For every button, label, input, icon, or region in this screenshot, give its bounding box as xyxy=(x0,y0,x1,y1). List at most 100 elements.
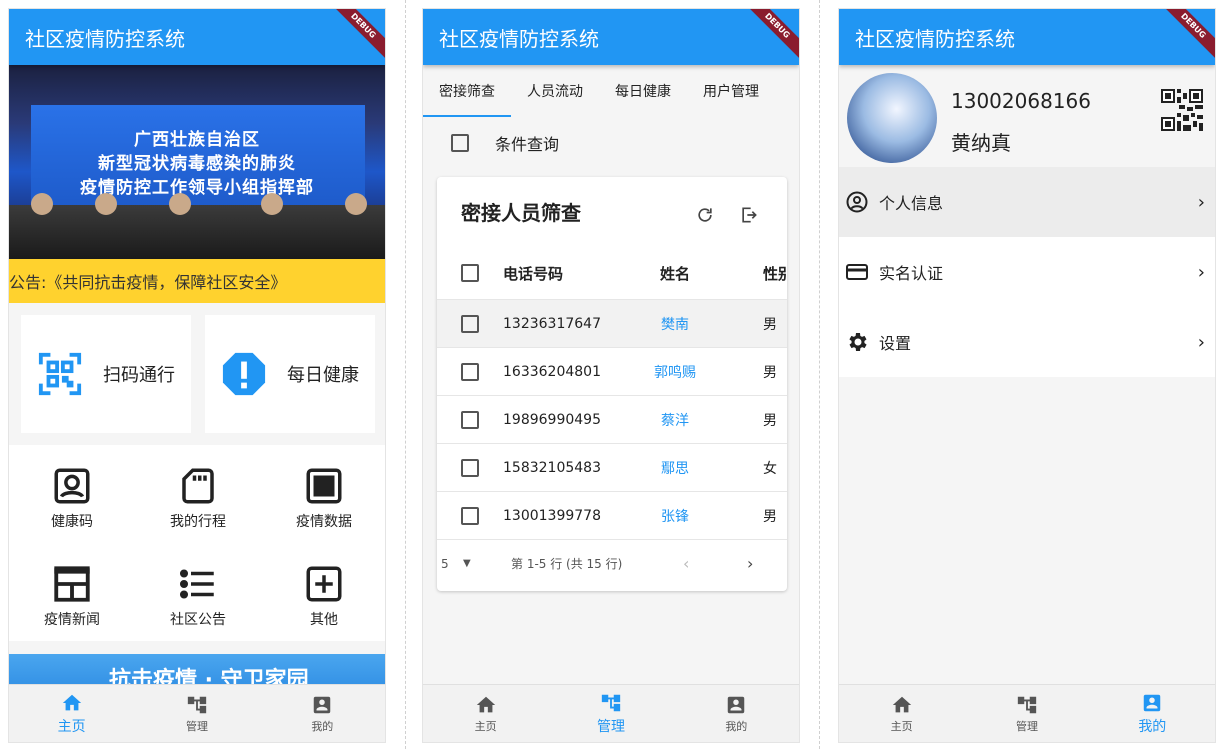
list-icon xyxy=(179,569,214,599)
export-icon[interactable] xyxy=(739,205,759,225)
menu-settings-label: 设置 xyxy=(879,334,912,353)
page-size-select[interactable]: 5 xyxy=(441,557,449,571)
menu-settings[interactable]: 设置 › xyxy=(839,307,1215,377)
my-trip-button[interactable]: 我的行程 xyxy=(135,453,261,543)
pagination: 5 ▼ 第 1-5 行 (共 15 行) ‹ › xyxy=(437,539,787,587)
add-box-icon xyxy=(306,566,342,602)
nav-home[interactable]: 主页 xyxy=(9,685,134,742)
nav-home-label: 主页 xyxy=(890,719,913,733)
menu-personal-info[interactable]: 个人信息 › xyxy=(839,167,1215,237)
table-header: 电话号码 姓名 性别 xyxy=(437,249,787,297)
page-info: 第 1-5 行 (共 15 行) xyxy=(511,557,623,571)
menu-personal-info-label: 个人信息 xyxy=(879,194,944,213)
community-notice-button[interactable]: 社区公告 xyxy=(135,551,261,641)
table-row[interactable]: 15832105483 鄢思 女 xyxy=(437,443,787,491)
row-checkbox[interactable] xyxy=(461,458,479,477)
user-name: 黄纳真 xyxy=(951,131,1011,155)
prev-page-icon[interactable]: ‹ xyxy=(683,554,689,573)
notice-marquee[interactable]: 公告:《共同抗击疫情，保障社区安全》 xyxy=(9,259,385,303)
tab-contact-screening[interactable]: 密接筛查 xyxy=(423,65,511,117)
select-all-checkbox[interactable] xyxy=(461,264,479,282)
account-circle-icon xyxy=(846,191,868,213)
nav-home[interactable]: 主页 xyxy=(839,685,964,742)
row-checkbox[interactable] xyxy=(461,506,479,525)
health-code-button[interactable]: 健康码 xyxy=(9,453,135,543)
home-screen: 社区疫情防控系统 DEBUG 广西壮族自治区 新型冠状病毒感染的肺炎 疫情防控工… xyxy=(8,8,386,743)
table-row[interactable]: 19896990495 蔡洋 男 xyxy=(437,395,787,443)
daily-health-button[interactable]: 每日健康 xyxy=(205,315,375,433)
next-page-icon[interactable]: › xyxy=(747,554,753,573)
col-phone[interactable]: 电话号码 xyxy=(503,263,563,284)
nav-manage[interactable]: 管理 xyxy=(548,685,673,742)
row-checkbox[interactable] xyxy=(461,362,479,381)
banner-person xyxy=(345,193,367,215)
cell-gender: 女 xyxy=(763,460,777,477)
nav-mine[interactable]: 我的 xyxy=(1090,685,1215,742)
chevron-right-icon: › xyxy=(1197,191,1205,213)
nav-manage-label: 管理 xyxy=(185,719,208,733)
cell-phone: 13236317647 xyxy=(503,315,601,332)
grid-icon xyxy=(306,468,342,504)
nav-home-label: 主页 xyxy=(474,719,497,733)
cell-gender: 男 xyxy=(763,364,777,381)
account-tree-icon xyxy=(187,696,207,713)
table-row[interactable]: 16336204801 郭鸣赐 男 xyxy=(437,347,787,395)
condition-checkbox[interactable] xyxy=(451,134,469,152)
cell-phone: 16336204801 xyxy=(503,363,601,380)
scan-pass-label: 扫码通行 xyxy=(103,365,175,386)
row-checkbox[interactable] xyxy=(461,314,479,333)
cell-name[interactable]: 郭鸣赐 xyxy=(647,362,703,382)
cell-name[interactable]: 樊南 xyxy=(647,314,703,334)
mine-screen: 社区疫情防控系统 DEBUG 13002068166 黄纳真 个人信息 › 实名… xyxy=(838,8,1216,743)
nav-mine[interactable]: 我的 xyxy=(674,685,799,742)
avatar[interactable] xyxy=(847,73,937,163)
col-gender[interactable]: 性别 xyxy=(763,263,787,284)
nav-manage[interactable]: 管理 xyxy=(134,685,259,742)
tab-daily-health[interactable]: 每日健康 xyxy=(599,65,687,117)
table-row[interactable]: 13236317647 樊南 男 xyxy=(437,299,787,347)
nav-mine[interactable]: 我的 xyxy=(260,685,385,742)
col-name[interactable]: 姓名 xyxy=(647,263,703,284)
bottom-nav: 主页 管理 我的 xyxy=(423,684,799,742)
tab-user-manage[interactable]: 用户管理 xyxy=(687,65,775,117)
scan-pass-button[interactable]: 扫码通行 xyxy=(21,315,191,433)
sd-card-icon xyxy=(182,468,214,504)
cell-name[interactable]: 鄢思 xyxy=(647,458,703,478)
nav-home[interactable]: 主页 xyxy=(423,685,548,742)
chevron-right-icon: › xyxy=(1197,331,1205,353)
credit-card-icon xyxy=(846,264,868,280)
other-button[interactable]: 其他 xyxy=(261,551,385,641)
banner-person xyxy=(31,193,53,215)
refresh-icon[interactable] xyxy=(695,205,715,225)
daily-health-label: 每日健康 xyxy=(287,365,359,386)
condition-query[interactable]: 条件查询 xyxy=(451,131,559,155)
chevron-right-icon: › xyxy=(1197,261,1205,283)
card-title: 密接人员筛查 xyxy=(461,201,581,225)
app-bar: 社区疫情防控系统 xyxy=(9,9,385,65)
table-row[interactable]: 13001399778 张锋 男 xyxy=(437,491,787,539)
tab-people-flow[interactable]: 人员流动 xyxy=(511,65,599,117)
chevron-down-icon[interactable]: ▼ xyxy=(463,558,471,569)
user-phone: 13002068166 xyxy=(951,89,1091,113)
app-title: 社区疫情防控系统 xyxy=(439,26,599,51)
nav-home-label: 主页 xyxy=(57,718,86,735)
nav-mine-label: 我的 xyxy=(1138,718,1167,735)
banner-table xyxy=(9,205,385,259)
cell-gender: 男 xyxy=(763,508,777,525)
home-icon xyxy=(892,696,911,712)
nav-manage[interactable]: 管理 xyxy=(964,685,1089,742)
epidemic-data-button[interactable]: 疫情数据 xyxy=(261,453,385,543)
cell-name[interactable]: 张锋 xyxy=(647,506,703,526)
cell-name[interactable]: 蔡洋 xyxy=(647,410,703,430)
banner-image[interactable]: 广西壮族自治区 新型冠状病毒感染的肺炎 疫情防控工作领导小组指挥部 xyxy=(9,65,385,259)
home-icon xyxy=(62,694,81,710)
home-icon xyxy=(476,696,495,712)
notice-text: 公告:《共同抗击疫情，保障社区安全》 xyxy=(9,273,287,292)
row-checkbox[interactable] xyxy=(461,410,479,429)
qr-code-icon[interactable] xyxy=(1161,89,1203,131)
epidemic-news-button[interactable]: 疫情新闻 xyxy=(9,551,135,641)
other-label: 其他 xyxy=(310,612,338,628)
menu-real-name-label: 实名认证 xyxy=(879,264,944,283)
menu-real-name[interactable]: 实名认证 › xyxy=(839,237,1215,307)
cell-gender: 男 xyxy=(763,412,777,429)
